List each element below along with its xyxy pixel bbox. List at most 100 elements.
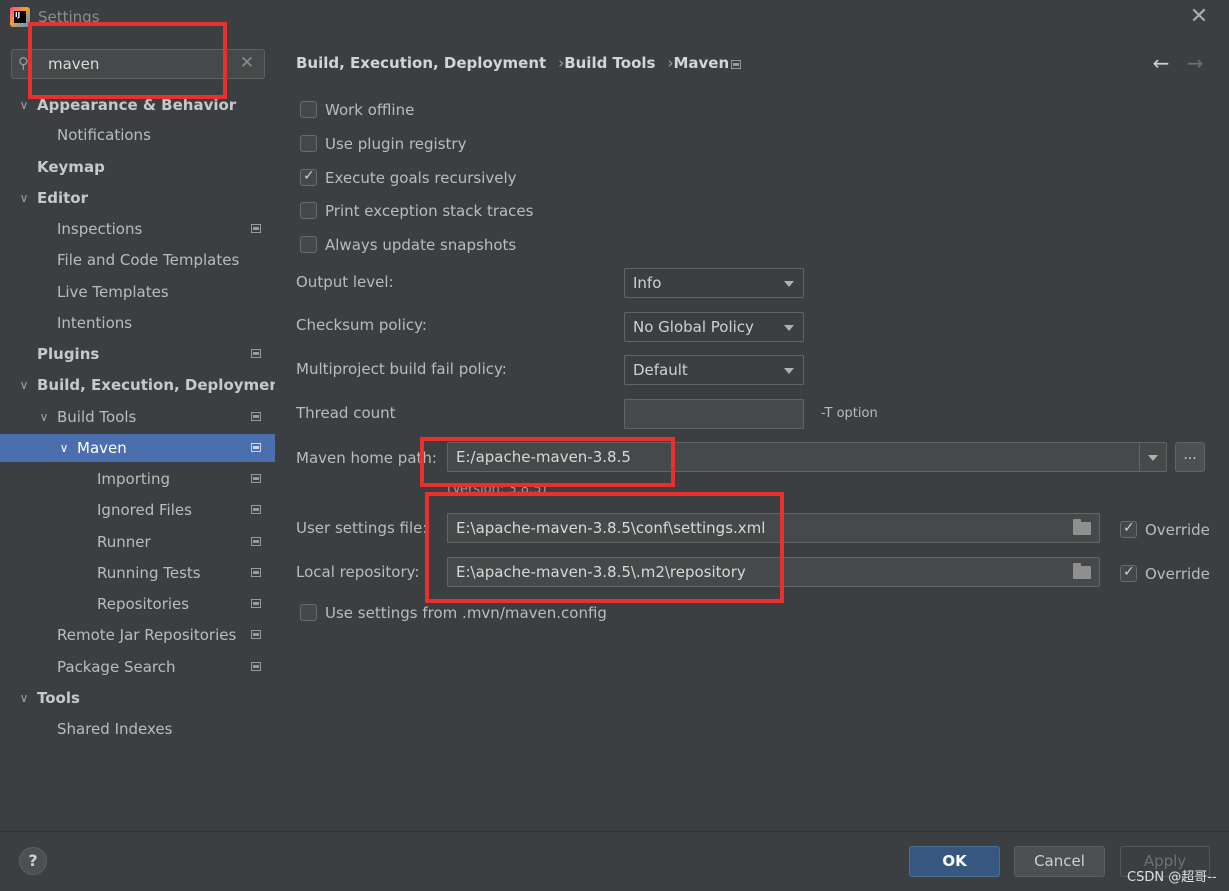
chevron-down-icon[interactable]: ∨ xyxy=(17,684,31,712)
folder-icon[interactable] xyxy=(1073,519,1091,535)
sidebar-item-label: Repositories xyxy=(97,595,190,613)
maven-home-select[interactable]: E:/apache-maven-3.8.5 xyxy=(447,442,1167,472)
chevron-down-icon[interactable]: ∨ xyxy=(17,371,31,399)
forward-arrow-icon[interactable]: → xyxy=(1184,52,1206,74)
chevron-down-icon xyxy=(784,281,794,287)
folder-icon[interactable] xyxy=(1073,563,1091,579)
breadcrumb-item: Maven xyxy=(673,54,730,72)
checkbox-label: Execute goals recursively xyxy=(325,169,517,187)
sidebar-item-label: Running Tests xyxy=(97,564,201,582)
sidebar-item-label: Inspections xyxy=(57,220,143,238)
ok-button[interactable]: OK xyxy=(909,846,1000,877)
sidebar-item-label: Ignored Files xyxy=(97,501,192,519)
sidebar-item-label: Intentions xyxy=(57,314,133,332)
sidebar-item-package-search[interactable]: Package Search xyxy=(0,653,275,681)
sidebar-item-ignored-files[interactable]: Ignored Files xyxy=(0,496,275,524)
checkbox-label: Use settings from .mvn/maven.config xyxy=(325,604,607,622)
checkbox-box[interactable] xyxy=(300,168,317,186)
chevron-down-icon[interactable]: ∨ xyxy=(37,403,51,431)
project-scope-icon xyxy=(251,537,261,546)
sidebar-item-notifications[interactable]: Notifications xyxy=(0,121,275,149)
override-label: Override xyxy=(1145,521,1210,539)
sidebar-item-label: Plugins xyxy=(37,345,100,363)
user-settings-value: E:\apache-maven-3.8.5\conf\settings.xml xyxy=(456,519,766,537)
user-settings-field[interactable]: E:\apache-maven-3.8.5\conf\settings.xml xyxy=(447,513,1100,543)
checkbox-label: Print exception stack traces xyxy=(325,202,534,220)
checksum-policy-select[interactable]: No Global Policy xyxy=(624,312,804,342)
window-title: Settings xyxy=(38,8,100,26)
sidebar-item-appearance-behavior[interactable]: ∨ Appearance & Behavior xyxy=(0,91,275,119)
checkbox-box[interactable] xyxy=(300,101,317,118)
sidebar-item-label: Live Templates xyxy=(57,283,169,301)
search-input[interactable] xyxy=(48,52,218,76)
multiproject-policy-value: Default xyxy=(633,361,688,379)
title-bar xyxy=(0,0,1229,36)
sidebar-item-remote-jar-repositories[interactable]: Remote Jar Repositories xyxy=(0,621,275,649)
clear-search-icon[interactable]: ✕ xyxy=(238,53,256,73)
sidebar-item-label: Maven xyxy=(77,439,127,457)
project-scope-icon xyxy=(251,630,261,639)
chevron-down-icon xyxy=(784,325,794,331)
checkbox-box[interactable] xyxy=(1120,520,1137,538)
browse-button[interactable]: ... xyxy=(1175,442,1205,472)
maven-version-text: (Version: 3.8.5) xyxy=(447,482,547,497)
sidebar-item-label: Notifications xyxy=(57,126,151,144)
sidebar-item-plugins[interactable]: Plugins xyxy=(0,340,275,368)
breadcrumb: Build, Execution, Deployment ›Build Tools… xyxy=(296,54,729,76)
output-level-select[interactable]: Info xyxy=(624,268,804,298)
checkbox-box[interactable] xyxy=(300,604,317,621)
checksum-policy-value: No Global Policy xyxy=(633,318,754,336)
project-scope-icon xyxy=(731,60,741,69)
settings-content xyxy=(275,36,1229,831)
sidebar-item-build-execution-deployment[interactable]: ∨ Build, Execution, Deployment xyxy=(0,371,288,399)
breadcrumb-item[interactable]: Build Tools xyxy=(564,54,655,72)
project-scope-icon xyxy=(251,505,261,514)
sidebar-item-live-templates[interactable]: Live Templates xyxy=(0,278,275,306)
sidebar-item-intentions[interactable]: Intentions xyxy=(0,309,275,337)
chevron-down-icon[interactable]: ∨ xyxy=(57,434,71,462)
chevron-down-icon[interactable]: ∨ xyxy=(17,184,31,212)
project-scope-icon xyxy=(251,412,261,421)
multiproject-policy-select[interactable]: Default xyxy=(624,355,804,385)
sidebar-item-keymap[interactable]: Keymap xyxy=(0,153,275,181)
checkbox-label: Use plugin registry xyxy=(325,135,467,153)
chevron-down-icon[interactable] xyxy=(1148,455,1158,461)
sidebar-item-file-and-code-templates[interactable]: File and Code Templates xyxy=(0,246,275,274)
sidebar-item-label: Runner xyxy=(97,533,151,551)
output-level-value: Info xyxy=(633,274,662,292)
maven-home-value: E:/apache-maven-3.8.5 xyxy=(456,448,631,466)
thread-count-input[interactable] xyxy=(624,399,804,429)
sidebar-item-inspections[interactable]: Inspections xyxy=(0,215,275,243)
sidebar-item-label: Package Search xyxy=(57,658,176,676)
close-icon[interactable]: ✕ xyxy=(1188,6,1210,28)
sidebar-item-build-tools[interactable]: ∨ Build Tools xyxy=(0,403,275,431)
help-button[interactable]: ? xyxy=(19,847,47,875)
local-repository-value: E:\apache-maven-3.8.5\.m2\repository xyxy=(456,563,746,581)
local-repository-label: Local repository: xyxy=(296,563,420,581)
local-repository-field[interactable]: E:\apache-maven-3.8.5\.m2\repository xyxy=(447,557,1100,587)
checkbox-box[interactable] xyxy=(300,236,317,253)
cancel-button[interactable]: Cancel xyxy=(1014,846,1105,877)
checkbox-box[interactable] xyxy=(300,202,317,219)
sidebar-item-label: Editor xyxy=(37,189,88,207)
sidebar-item-repositories[interactable]: Repositories xyxy=(0,590,275,618)
back-arrow-icon[interactable]: ← xyxy=(1150,52,1172,74)
sidebar-item-label: Build Tools xyxy=(57,408,137,426)
sidebar-item-tools[interactable]: ∨ Tools xyxy=(0,684,275,712)
checkbox-box[interactable] xyxy=(1120,564,1137,582)
sidebar-item-running-tests[interactable]: Running Tests xyxy=(0,559,275,587)
sidebar-item-label: Remote Jar Repositories xyxy=(57,626,237,644)
sidebar-item-runner[interactable]: Runner xyxy=(0,528,275,556)
sidebar-item-maven[interactable]: ∨ Maven xyxy=(0,434,275,462)
sidebar-item-importing[interactable]: Importing xyxy=(0,465,275,493)
output-level-label: Output level: xyxy=(296,273,394,291)
sidebar-item-label: Build, Execution, Deployment xyxy=(37,376,288,394)
sidebar-item-shared-indexes[interactable]: Shared Indexes xyxy=(0,715,275,743)
sidebar-item-editor[interactable]: ∨ Editor xyxy=(0,184,275,212)
checkbox-box[interactable] xyxy=(300,135,317,152)
chevron-down-icon[interactable]: ∨ xyxy=(17,91,31,119)
project-scope-icon xyxy=(251,599,261,608)
sidebar-item-label: Importing xyxy=(97,470,170,488)
breadcrumb-item[interactable]: Build, Execution, Deployment xyxy=(296,54,546,72)
user-settings-label: User settings file: xyxy=(296,519,428,537)
